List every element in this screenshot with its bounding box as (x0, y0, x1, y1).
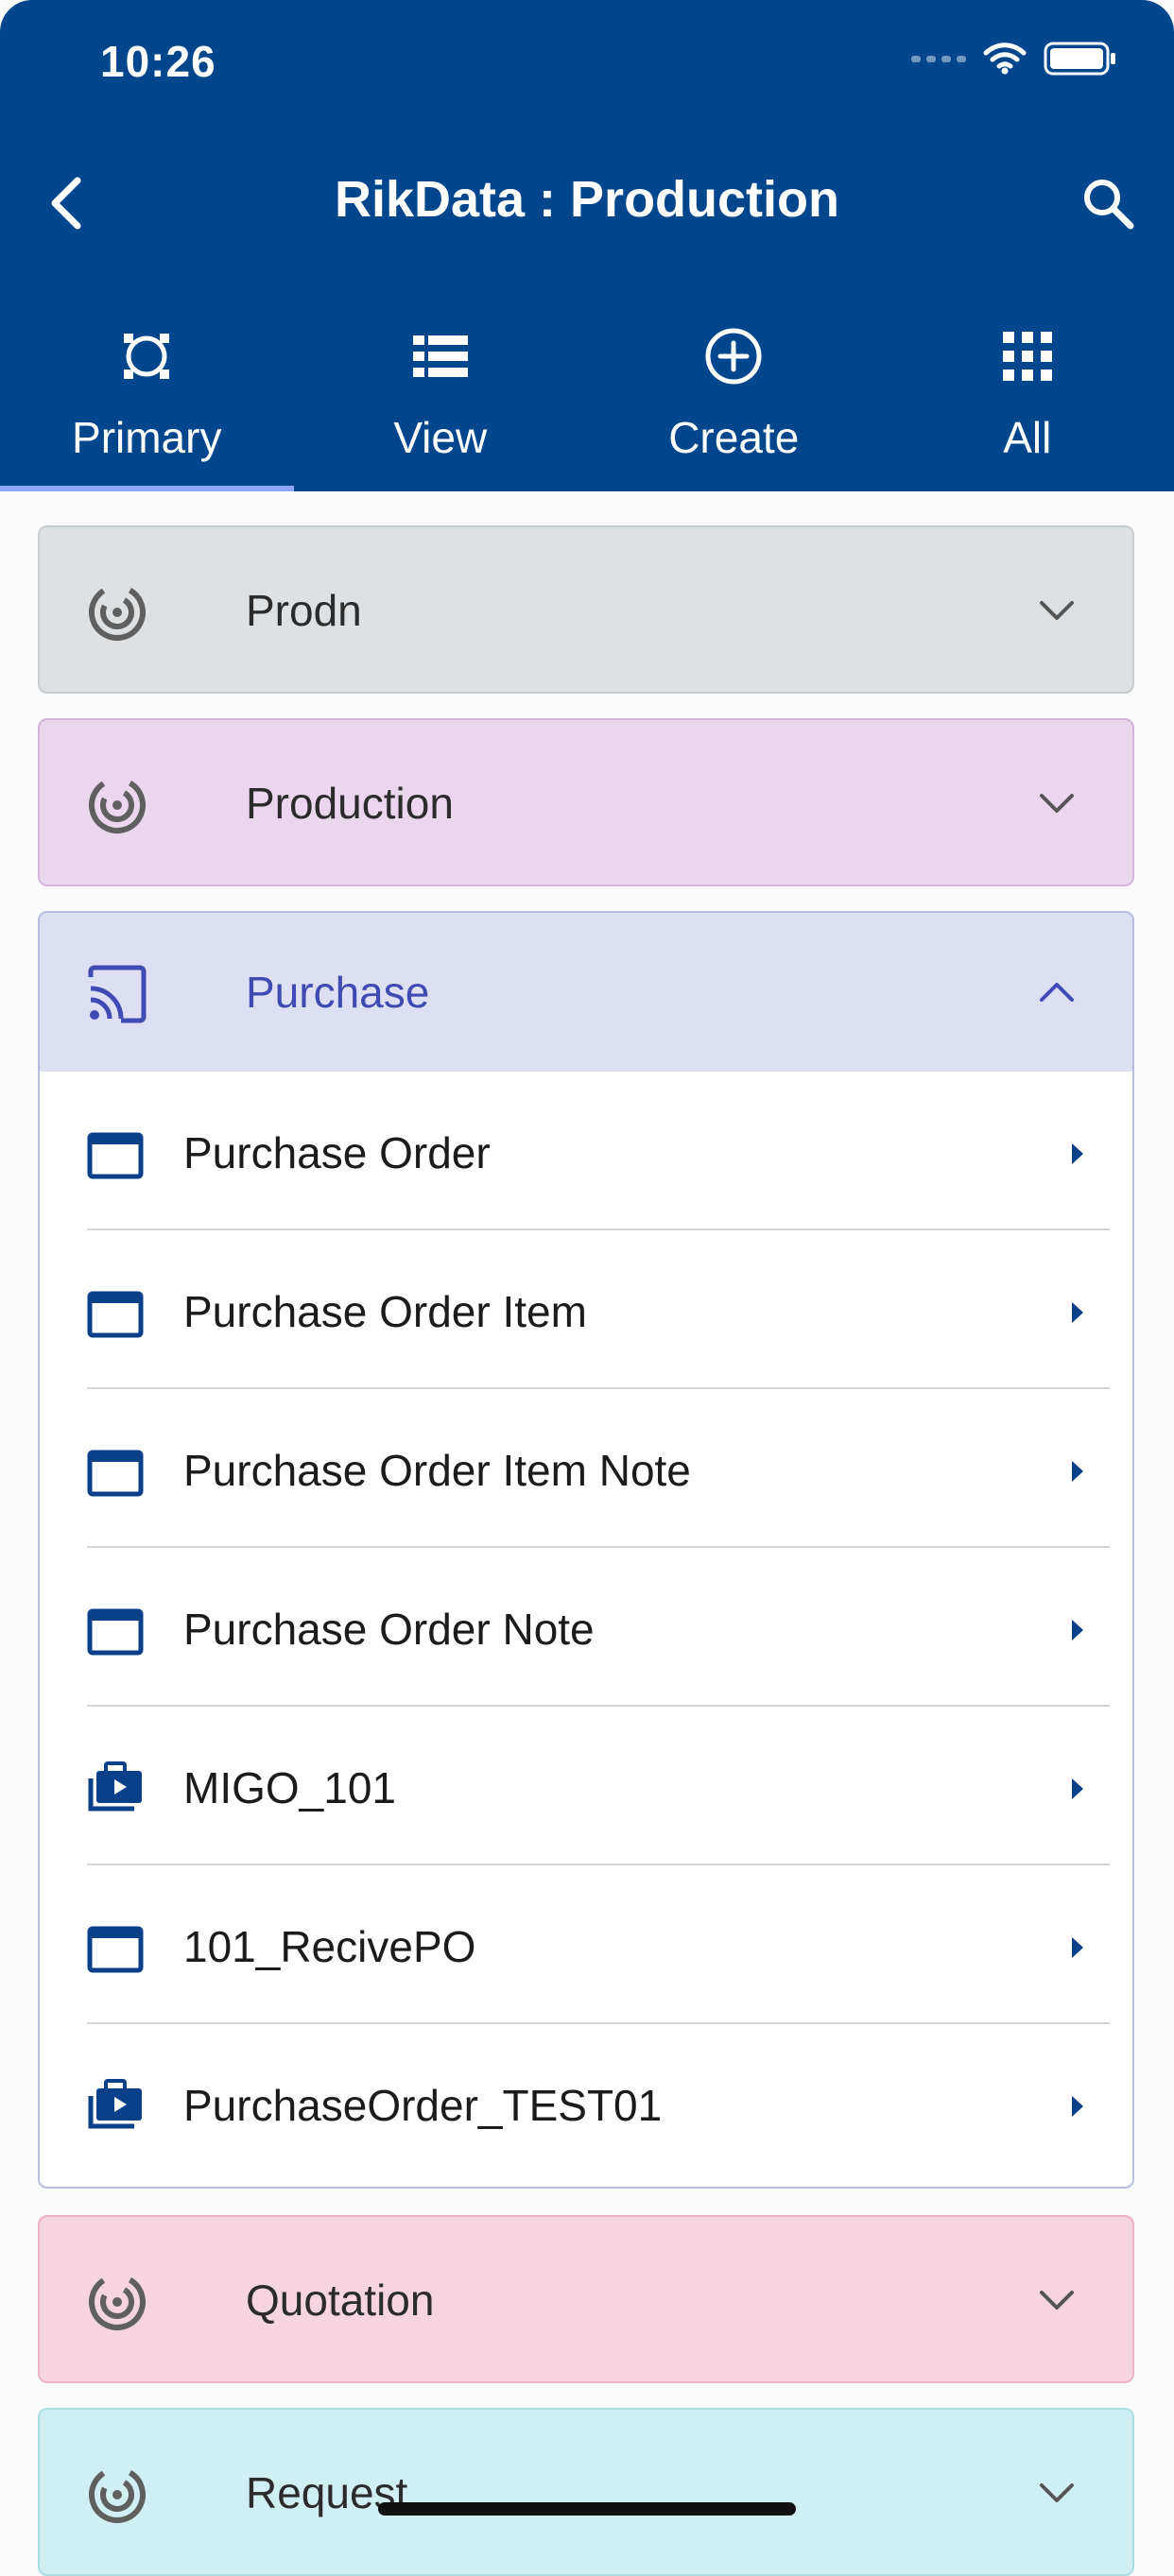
group-production: Production (38, 718, 1134, 886)
home-indicator[interactable] (378, 2502, 796, 2516)
group-quotation-label: Quotation (246, 2272, 434, 2328)
group-quotation-header[interactable]: Quotation (40, 2217, 1132, 2383)
group-purchase-label: Purchase (246, 964, 429, 1021)
list-item-purchaseorder-test01[interactable]: PurchaseOrder_TEST01 (40, 2024, 1132, 2183)
chevron-up-icon (1038, 973, 1076, 1011)
window-icon (87, 1926, 144, 1973)
chevron-down-icon (1038, 2281, 1076, 2319)
caret-right-icon (1066, 1933, 1087, 1962)
window-icon (87, 1132, 144, 1179)
tab-all-label: All (1003, 412, 1051, 463)
target-icon (87, 582, 147, 643)
group-request-header[interactable]: Request (40, 2410, 1132, 2576)
window-icon (87, 1608, 144, 1656)
caret-right-icon (1066, 1298, 1087, 1327)
page-title: RikData : Production (0, 170, 1174, 229)
app-header: 10:26 RikData : Production (0, 0, 1174, 491)
purchase-item-list: Purchase Order Purchase Order Item (40, 1072, 1132, 2183)
signal-icon (911, 56, 966, 62)
group-production-header[interactable]: Production (40, 720, 1132, 886)
list-item-label: Purchase Order Item (183, 1283, 587, 1340)
tab-all[interactable]: All (881, 302, 1174, 491)
primary-icon (120, 330, 173, 383)
briefcase-play-icon (87, 2079, 144, 2132)
list-item-migo-101[interactable]: MIGO_101 (40, 1707, 1132, 1865)
search-button[interactable] (1070, 161, 1146, 246)
group-prodn-header[interactable]: Prodn (40, 527, 1132, 694)
list-item-label: Purchase Order Note (183, 1601, 595, 1657)
list-item-label: Purchase Order Item Note (183, 1442, 691, 1499)
status-icons (911, 42, 1117, 76)
chevron-down-icon (1038, 2474, 1076, 2512)
chevron-down-icon (1038, 784, 1076, 822)
group-purchase: Purchase Purchase Order (38, 911, 1134, 2189)
search-icon (1080, 176, 1135, 231)
group-request: Request (38, 2408, 1134, 2576)
list-item-label: Purchase Order (183, 1125, 491, 1181)
group-prodn-label: Prodn (246, 582, 362, 639)
group-purchase-header[interactable]: Purchase (40, 913, 1132, 1072)
wifi-icon (983, 43, 1027, 75)
target-icon (87, 2464, 147, 2525)
caret-right-icon (1066, 1457, 1087, 1485)
caret-right-icon (1066, 1775, 1087, 1803)
list-item-101-recivepo[interactable]: 101_RecivePO (40, 1865, 1132, 2024)
tab-bar: Primary View Create (0, 302, 1174, 491)
briefcase-play-icon (87, 1761, 144, 1814)
list-item-label: 101_RecivePO (183, 1918, 475, 1975)
tab-primary[interactable]: Primary (0, 302, 294, 491)
window-icon (87, 1450, 144, 1497)
tab-create[interactable]: Create (587, 302, 881, 491)
list-item-purchase-order[interactable]: Purchase Order (40, 1072, 1132, 1230)
add-circle-icon (704, 327, 763, 386)
list-item-purchase-order-item-note[interactable]: Purchase Order Item Note (40, 1389, 1132, 1548)
tab-primary-label: Primary (72, 412, 221, 463)
tab-view[interactable]: View (294, 302, 588, 491)
caret-right-icon (1066, 1140, 1087, 1168)
window-icon (87, 1291, 144, 1338)
grid-icon (1003, 332, 1052, 381)
caret-right-icon (1066, 2092, 1087, 2121)
list-item-label: PurchaseOrder_TEST01 (183, 2077, 662, 2134)
battery-icon (1044, 42, 1117, 76)
list-view-icon (413, 334, 468, 379)
target-icon (87, 2272, 147, 2332)
list-item-label: MIGO_101 (183, 1760, 396, 1816)
group-prodn: Prodn (38, 525, 1134, 694)
tab-create-label: Create (668, 412, 799, 463)
caret-right-icon (1066, 1616, 1087, 1644)
chevron-down-icon (1038, 592, 1076, 629)
group-production-label: Production (246, 775, 454, 832)
group-quotation: Quotation (38, 2215, 1134, 2383)
target-icon (87, 775, 147, 835)
list-item-purchase-order-note[interactable]: Purchase Order Note (40, 1548, 1132, 1707)
tab-view-label: View (393, 412, 487, 463)
status-time: 10:26 (100, 36, 216, 87)
cast-icon (87, 964, 147, 1024)
list-item-purchase-order-item[interactable]: Purchase Order Item (40, 1230, 1132, 1389)
